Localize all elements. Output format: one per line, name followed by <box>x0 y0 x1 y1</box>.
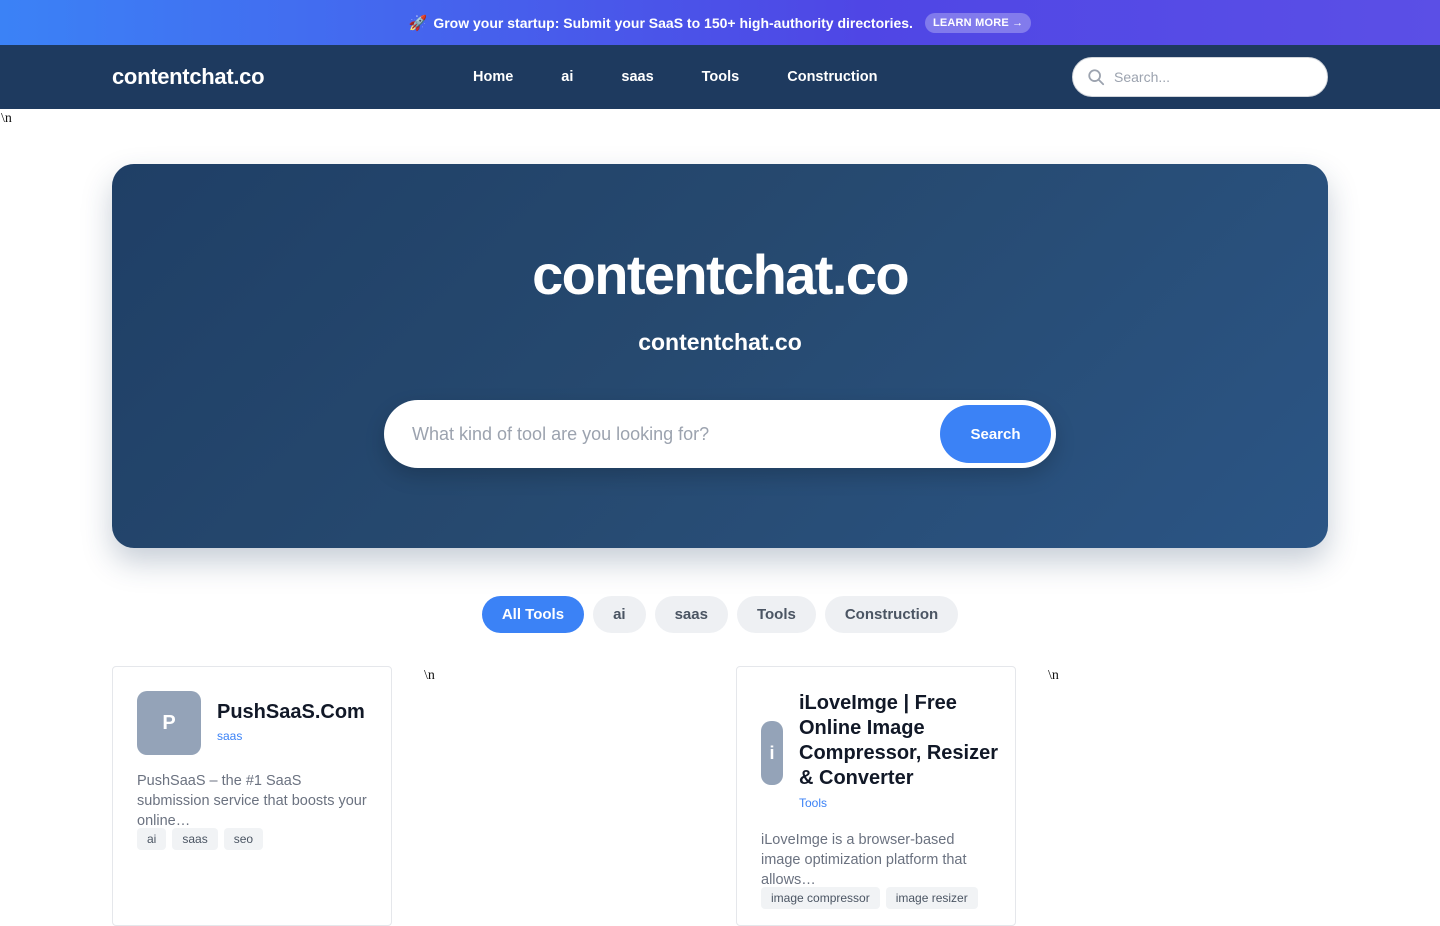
filter-all-tools[interactable]: All Tools <box>481 596 585 633</box>
stray-text: \n <box>1 111 12 126</box>
hero-search-button[interactable]: Search <box>940 405 1051 463</box>
nav-search-box[interactable] <box>1072 57 1328 97</box>
hero-search-input[interactable] <box>412 423 940 445</box>
hero-section: contentchat.co contentchat.co Search <box>112 164 1328 548</box>
tool-category[interactable]: saas <box>217 729 242 743</box>
filter-saas[interactable]: saas <box>654 596 728 633</box>
nav-link-construction[interactable]: Construction <box>787 69 877 85</box>
tag[interactable]: seo <box>223 828 264 850</box>
filter-tools[interactable]: Tools <box>736 596 816 633</box>
hero-title: contentchat.co <box>532 243 909 306</box>
tool-tags: ai saas seo <box>137 828 264 850</box>
nav-link-ai[interactable]: ai <box>561 69 573 85</box>
filter-ai[interactable]: ai <box>593 596 646 633</box>
promo-text: Grow your startup: Submit your SaaS to 1… <box>433 14 913 31</box>
tag[interactable]: ai <box>137 828 167 850</box>
tool-avatar: i <box>761 721 783 785</box>
tool-description: iLoveImge is a browser-based image optim… <box>761 832 967 888</box>
nav-link-tools[interactable]: Tools <box>702 69 740 85</box>
tool-category[interactable]: Tools <box>799 796 827 810</box>
promo-text-wrap: 🚀 Grow your startup: Submit your SaaS to … <box>409 14 913 32</box>
hero-search-box: Search <box>384 400 1056 468</box>
nav-search-input[interactable] <box>1114 69 1294 85</box>
search-icon <box>1088 69 1105 86</box>
top-nav: contentchat.co Home ai saas Tools Constr… <box>0 45 1440 109</box>
tool-name[interactable]: PushSaaS.Com <box>217 700 382 725</box>
learn-more-button[interactable]: LEARN MORE → <box>924 12 1032 33</box>
tool-card[interactable]: P PushSaaS.Com saas PushSaaS – the #1 Sa… <box>112 666 392 926</box>
nav-link-home[interactable]: Home <box>473 69 513 85</box>
tool-description: PushSaaS – the #1 SaaS submission servic… <box>137 773 367 829</box>
tool-name[interactable]: iLoveImge | Free Online Image Compressor… <box>799 691 999 791</box>
promo-banner: 🚀 Grow your startup: Submit your SaaS to … <box>0 0 1440 45</box>
tag[interactable]: saas <box>172 828 218 850</box>
nav-link-saas[interactable]: saas <box>621 69 653 85</box>
tool-card[interactable]: i iLoveImge | Free Online Image Compress… <box>736 666 1016 926</box>
tag[interactable]: image resizer <box>885 887 978 909</box>
stray-text: \n <box>424 668 435 683</box>
tag[interactable]: image compressor <box>761 887 880 909</box>
hero-subtitle: contentchat.co <box>638 329 802 355</box>
tool-avatar: P <box>137 691 201 755</box>
site-logo[interactable]: contentchat.co <box>112 64 265 90</box>
filter-construction[interactable]: Construction <box>824 596 959 633</box>
category-filters: All Tools ai saas Tools Construction <box>0 596 1440 633</box>
tool-tags: image compressor image resizer <box>761 887 978 909</box>
stray-text: \n <box>1048 668 1059 683</box>
rocket-icon: 🚀 <box>408 14 428 32</box>
nav-links: Home ai saas Tools Construction <box>473 69 877 85</box>
